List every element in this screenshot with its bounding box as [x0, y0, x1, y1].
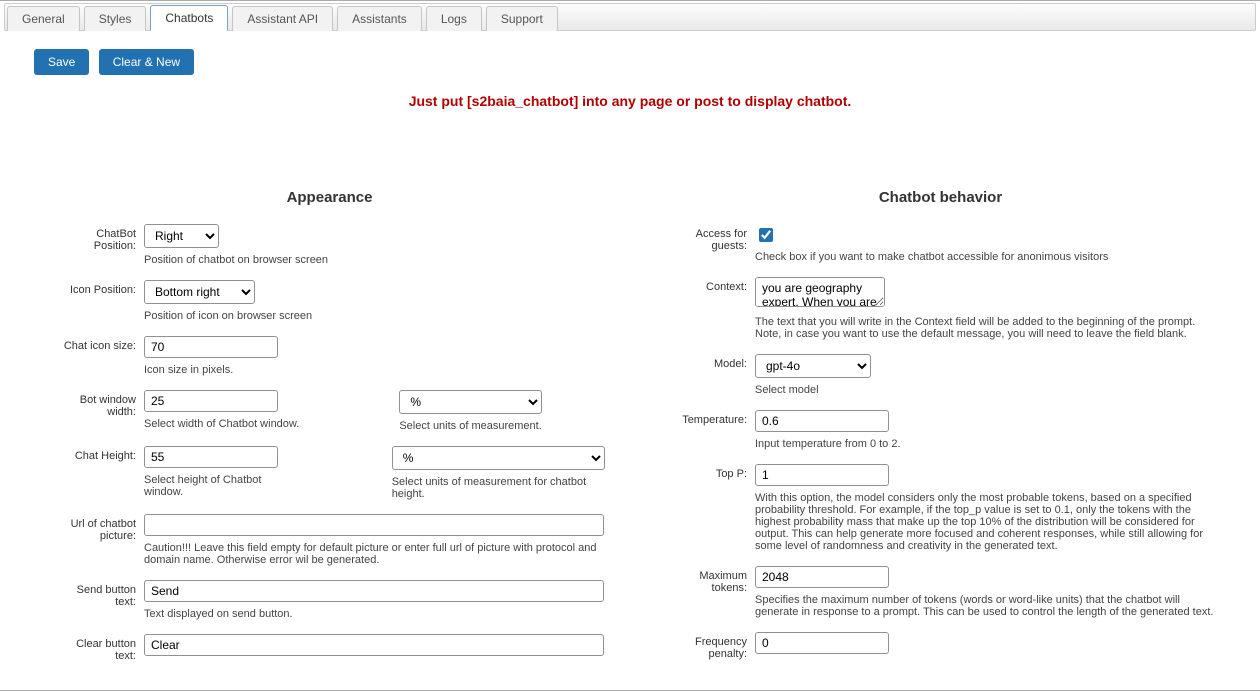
temperature-label: Temperature: — [665, 410, 747, 426]
chat-height-label: Chat Height: — [54, 446, 136, 462]
access-guests-label: Access for guests: — [665, 224, 747, 252]
temperature-desc: Input temperature from 0 to 2. — [755, 438, 1216, 450]
toolbar: Save Clear & New — [4, 31, 1256, 75]
save-button[interactable]: Save — [34, 49, 89, 75]
top-p-input[interactable] — [755, 464, 889, 486]
icon-size-input[interactable] — [144, 336, 278, 358]
context-label: Context: — [665, 277, 747, 293]
window-width-units-select[interactable]: % — [399, 390, 541, 414]
window-width-input[interactable] — [144, 390, 278, 412]
picture-url-label: Url of chatbot picture: — [54, 514, 136, 542]
model-label: Model: — [665, 354, 747, 370]
clear-text-input[interactable] — [144, 634, 604, 656]
tab-chatbots[interactable]: Chatbots — [150, 5, 228, 31]
tab-support[interactable]: Support — [486, 6, 558, 31]
tab-assistants[interactable]: Assistants — [337, 6, 422, 31]
tab-assistant-api[interactable]: Assistant API — [232, 6, 333, 31]
appearance-section: Appearance ChatBot Position: Right Posit… — [54, 189, 605, 676]
chat-height-units-desc: Select units of measurement for chatbot … — [392, 476, 605, 500]
chat-height-desc: Select height of Chatbot window. — [144, 474, 292, 498]
max-tokens-input[interactable] — [755, 566, 889, 588]
tab-styles[interactable]: Styles — [84, 6, 147, 31]
picture-url-desc: Caution!!! Leave this field empty for de… — [144, 542, 605, 566]
tab-logs[interactable]: Logs — [426, 6, 482, 31]
shortcode-hint: Just put [s2baia_chatbot] into any page … — [4, 93, 1256, 109]
icon-size-desc: Icon size in pixels. — [144, 364, 605, 376]
appearance-heading: Appearance — [54, 189, 605, 206]
behavior-heading: Chatbot behavior — [665, 189, 1216, 206]
tab-general[interactable]: General — [7, 6, 80, 31]
clear-text-label: Clear button text: — [54, 634, 136, 662]
window-width-label: Bot window width: — [54, 390, 136, 418]
context-textarea[interactable] — [755, 277, 885, 307]
send-text-input[interactable] — [144, 580, 604, 602]
icon-position-select[interactable]: Bottom right — [144, 280, 255, 304]
chat-height-units-select[interactable]: % — [392, 446, 605, 470]
picture-url-input[interactable] — [144, 514, 604, 536]
max-tokens-desc: Specifies the maximum number of tokens (… — [755, 594, 1216, 618]
window-width-desc: Select width of Chatbot window. — [144, 418, 299, 430]
freq-penalty-label: Frequency penalty: — [665, 632, 747, 660]
chatbot-position-select[interactable]: Right — [144, 224, 219, 248]
top-p-desc: With this option, the model considers on… — [755, 492, 1216, 552]
freq-penalty-input[interactable] — [755, 632, 889, 654]
clear-new-button[interactable]: Clear & New — [99, 49, 194, 75]
top-p-label: Top P: — [665, 464, 747, 480]
tabs-nav: General Styles Chatbots Assistant API As… — [4, 3, 1256, 31]
context-desc: The text that you will write in the Cont… — [755, 316, 1216, 340]
behavior-section: Chatbot behavior Access for guests: Chec… — [665, 189, 1216, 676]
window-width-units-desc: Select units of measurement. — [399, 420, 541, 432]
max-tokens-label: Maximum tokens: — [665, 566, 747, 594]
send-text-label: Send button text: — [54, 580, 136, 608]
model-desc: Select model — [755, 384, 1216, 396]
access-guests-checkbox[interactable] — [759, 228, 773, 242]
chatbot-position-label: ChatBot Position: — [54, 224, 136, 252]
chatbot-position-desc: Position of chatbot on browser screen — [144, 254, 605, 266]
icon-size-label: Chat icon size: — [54, 336, 136, 352]
icon-position-label: Icon Position: — [54, 280, 136, 296]
send-text-desc: Text displayed on send button. — [144, 608, 605, 620]
model-select[interactable]: gpt-4o — [755, 354, 871, 378]
temperature-input[interactable] — [755, 410, 889, 432]
chat-height-input[interactable] — [144, 446, 278, 468]
icon-position-desc: Position of icon on browser screen — [144, 310, 605, 322]
access-guests-desc: Check box if you want to make chatbot ac… — [755, 251, 1216, 263]
